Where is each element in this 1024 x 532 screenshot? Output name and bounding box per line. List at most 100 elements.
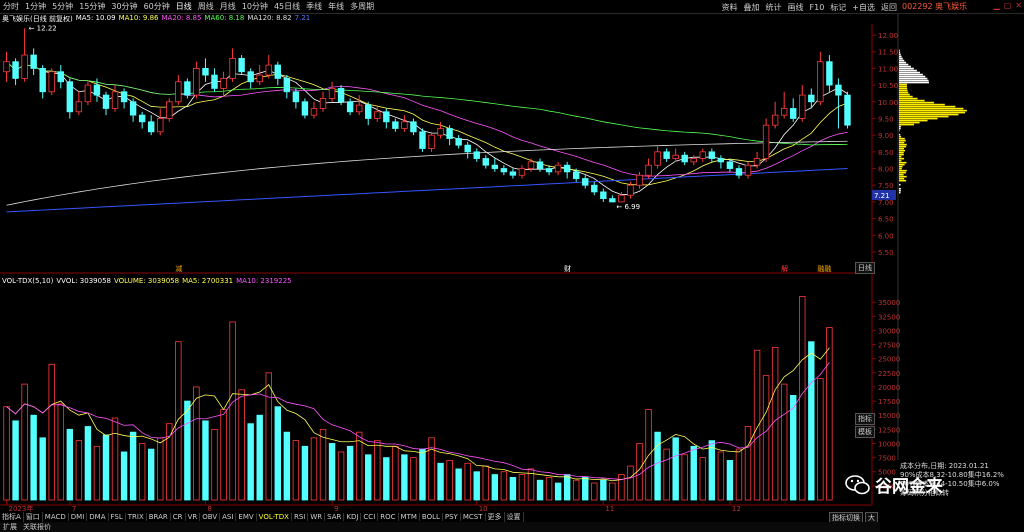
candle-body	[13, 62, 19, 79]
indicator-tab-6[interactable]: TRIX	[126, 513, 147, 521]
indicator-tab-11[interactable]: ASI	[220, 513, 236, 521]
event-marker[interactable]: 解	[781, 264, 788, 273]
chip-bar	[899, 178, 904, 180]
volume-bar	[492, 475, 498, 500]
volume-bar	[745, 427, 751, 500]
volume-bar	[474, 472, 480, 500]
candle-body	[700, 152, 706, 159]
chip-bar	[899, 122, 920, 124]
price-tick-label: 9.00	[878, 132, 894, 140]
candle-body	[402, 122, 408, 129]
indicator-tab-14[interactable]: RSI	[292, 513, 308, 521]
indicator-tab-1[interactable]: 窗口	[24, 512, 43, 522]
event-marker[interactable]: 融融	[817, 264, 831, 273]
indicator-tab-24[interactable]: 更多	[486, 512, 505, 522]
chip-bar	[899, 184, 901, 186]
candle-body	[465, 145, 471, 152]
price-tick-label: 7.50	[878, 182, 894, 190]
volume-bar	[827, 328, 833, 500]
indicator-tab-4[interactable]: DMA	[87, 513, 108, 521]
status-bar: 扩展 关联报价	[0, 522, 880, 532]
price-tick-label: 10.00	[878, 99, 898, 107]
period-button-0[interactable]: 日线	[855, 262, 875, 274]
volume-bar	[456, 469, 462, 500]
volume-bar	[302, 446, 308, 500]
volume-bar	[293, 441, 299, 500]
chip-bar	[899, 82, 929, 84]
volume-bar	[275, 407, 281, 500]
volume-bar	[420, 449, 426, 500]
chip-bar	[899, 108, 963, 110]
chip-bar	[899, 164, 905, 166]
volume-bar	[230, 322, 236, 500]
candle-body	[230, 58, 236, 78]
indicator-tab-7[interactable]: BRAR	[147, 513, 171, 521]
volume-bar	[591, 483, 597, 500]
vol-tick-label: 32500	[878, 313, 900, 321]
indicator-tab-25[interactable]: 设置	[505, 512, 524, 522]
candle-body	[610, 199, 616, 202]
indicator-tab-16[interactable]: SAR	[325, 513, 344, 521]
event-marker[interactable]: 减	[175, 264, 182, 273]
indicator-tabs: 指标A 窗口 MACD DMI DMA FSL TRIX BRAR CR VR OBV ASI EMV V…	[0, 512, 880, 522]
candle-body	[727, 162, 733, 169]
volume-bar	[248, 424, 254, 500]
volume-bar	[185, 401, 191, 500]
indicator-tab-3[interactable]: DMI	[69, 513, 88, 521]
indicator-tab-2[interactable]: MACD	[43, 513, 69, 521]
candle-body	[356, 105, 362, 112]
side-button-0[interactable]: 指标	[855, 413, 875, 425]
candle-body	[582, 179, 588, 186]
candle-body	[763, 125, 769, 158]
candle-body	[4, 62, 10, 72]
chip-bar	[899, 168, 902, 170]
indicator-tab-0[interactable]: 指标A	[0, 512, 24, 522]
chip-bar	[899, 180, 906, 182]
volume-bar	[112, 418, 118, 500]
status-item-0[interactable]: 扩展	[0, 522, 20, 532]
indicator-tab-13[interactable]: VOL-TDX	[257, 513, 292, 521]
indicator-tab-17[interactable]: KDJ	[344, 513, 361, 521]
volume-bar	[212, 429, 218, 500]
candle-body	[827, 62, 833, 85]
volume-bar	[356, 432, 362, 500]
ma120-line	[7, 141, 848, 205]
candle-body	[121, 92, 127, 102]
volume-bar	[438, 463, 444, 500]
candle-body	[293, 92, 299, 102]
candle-body	[772, 115, 778, 125]
event-marker[interactable]: 财	[564, 264, 571, 273]
indicator-tab-23[interactable]: MCST	[461, 513, 486, 521]
candle-body	[754, 159, 760, 166]
indicator-tab-20[interactable]: MTM	[399, 513, 420, 521]
indicator-tab-12[interactable]: EMV	[236, 513, 256, 521]
indicator-tab-10[interactable]: OBV	[200, 513, 220, 521]
chip-bar	[899, 88, 907, 90]
indicator-tab-8[interactable]: CR	[171, 513, 186, 521]
indicator-tab-5[interactable]: FSL	[109, 513, 126, 521]
indicator-tab-15[interactable]: WR	[308, 513, 325, 521]
volume-bar	[555, 483, 561, 500]
indicator-tab-19[interactable]: ROC	[378, 513, 398, 521]
volume-bar	[67, 429, 73, 500]
chip-bar	[899, 68, 914, 70]
price-tick-label: 7.00	[878, 199, 894, 207]
candle-body	[447, 128, 453, 138]
indicator-tab-21[interactable]: BOLL	[420, 513, 443, 521]
volume-bar	[176, 342, 182, 500]
candle-body	[103, 95, 109, 108]
chip-bar	[899, 142, 904, 144]
indicator-tab-22[interactable]: PSY	[443, 513, 461, 521]
volume-bar	[239, 390, 245, 500]
chip-bar	[899, 110, 967, 112]
indicator-tab-9[interactable]: VR	[186, 513, 201, 521]
side-button-1[interactable]: 模板	[855, 426, 875, 438]
candle-body	[329, 88, 335, 98]
volume-bar	[402, 455, 408, 500]
price-tick-label: 12.00	[878, 32, 898, 40]
status-item-1[interactable]: 关联报价	[20, 522, 54, 532]
indicator-tab-18[interactable]: CCI	[361, 513, 378, 521]
chip-bar	[899, 158, 904, 160]
candle-body	[528, 162, 534, 169]
chip-bar	[899, 90, 908, 92]
